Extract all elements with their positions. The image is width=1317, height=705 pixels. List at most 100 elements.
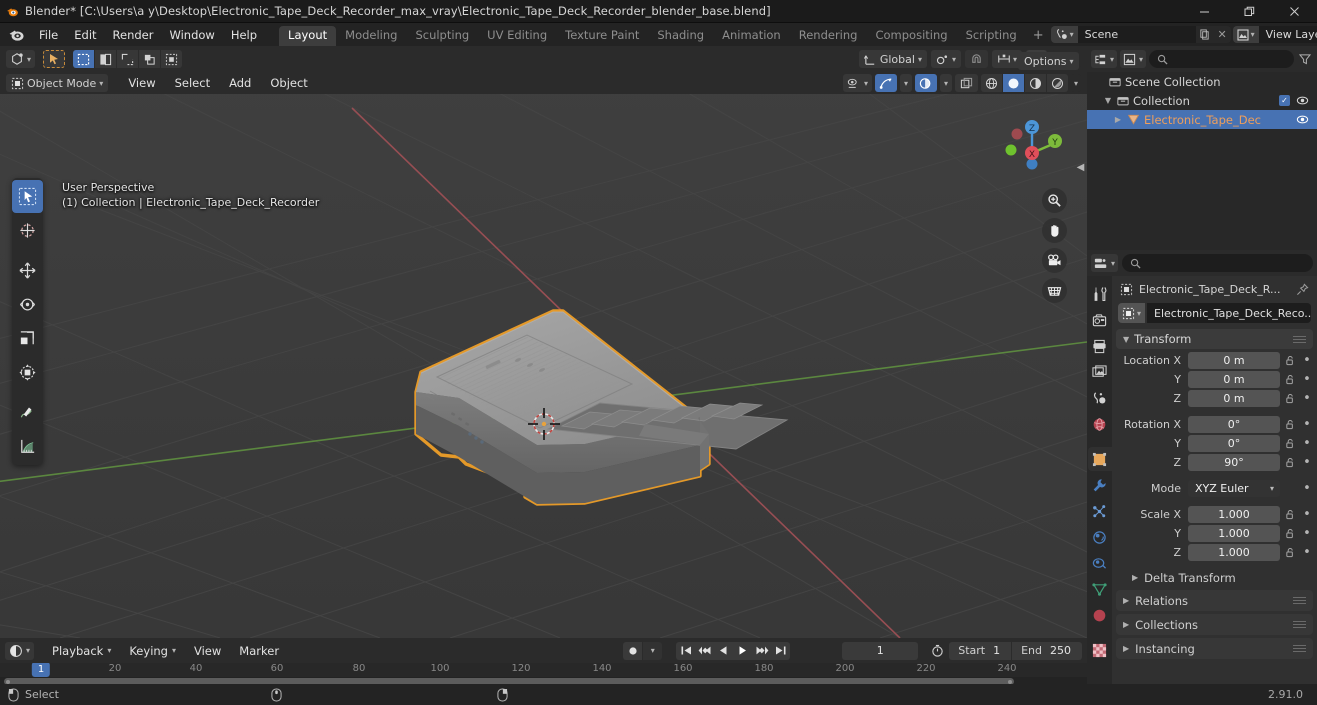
animate-property-dot[interactable]: • (1301, 455, 1313, 470)
gizmo-dropdown[interactable]: ▾ (899, 74, 912, 92)
output-tab-icon[interactable] (1088, 334, 1112, 358)
scale-x-field[interactable]: 1.000 (1188, 505, 1280, 523)
timeline-menu-keying[interactable]: Keying ▾ (121, 641, 184, 661)
eye-icon[interactable] (1296, 95, 1309, 106)
frame-range-fields[interactable]: Start 1 End 250 (949, 641, 1082, 660)
viewport-3d-canvas[interactable]: User Perspective (1) Collection | Electr… (0, 72, 1087, 638)
overlays-toggle[interactable] (914, 74, 937, 92)
view-layer-tab-icon[interactable] (1088, 360, 1112, 384)
tab-rendering[interactable]: Rendering (790, 26, 867, 47)
scene-name-field[interactable]: Scene (1077, 26, 1196, 43)
rotate-tool-icon[interactable] (12, 288, 43, 321)
tab-uv-editing[interactable]: UV Editing (478, 26, 556, 47)
minimize-button[interactable] (1182, 0, 1227, 23)
menu-file[interactable]: File (31, 25, 66, 45)
animate-property-dot[interactable]: • (1301, 526, 1313, 541)
collection-checkbox[interactable]: ✓ (1279, 95, 1290, 106)
view-layer-name-field[interactable]: View Layer (1258, 26, 1317, 43)
outliner-filter-icon[interactable] (1297, 53, 1313, 65)
scene-tab-icon[interactable] (1088, 386, 1112, 410)
outliner-display-mode-selector[interactable]: ▾ (1120, 50, 1147, 68)
lock-icon[interactable] (1284, 419, 1297, 430)
jump-to-start-icon[interactable] (676, 641, 696, 660)
menu-window[interactable]: Window (161, 25, 222, 45)
object-tab-icon[interactable] (1087, 447, 1112, 471)
annotate-tool-icon[interactable] (12, 396, 43, 429)
viewport-menu-add[interactable]: Add (221, 73, 259, 93)
select-intersect-icon[interactable] (139, 50, 161, 68)
xray-toggle[interactable] (954, 74, 978, 92)
play-reverse-icon[interactable] (714, 641, 734, 660)
current-frame-field[interactable]: 1 (842, 641, 919, 660)
use-preview-range-icon[interactable] (928, 644, 946, 657)
scene-selector[interactable]: ▾ Scene ✕ (1050, 26, 1231, 43)
tab-modeling[interactable]: Modeling (336, 26, 406, 47)
instancing-panel[interactable]: ▶ Instancing (1116, 638, 1313, 659)
animate-property-dot[interactable]: • (1301, 481, 1313, 496)
tab-sculpting[interactable]: Sculpting (406, 26, 478, 47)
add-workspace-button[interactable]: + (1026, 25, 1051, 46)
timeline-menu-marker[interactable]: Marker (231, 641, 287, 661)
outliner-editor-type-selector[interactable]: ▾ (1091, 50, 1118, 68)
outliner-row-collection[interactable]: ▼ Collection ✓ (1087, 91, 1317, 110)
lock-icon[interactable] (1284, 438, 1297, 449)
blender-menu-icon[interactable] (8, 26, 25, 43)
data-tab-icon[interactable] (1088, 577, 1112, 601)
toggle-orthographic-icon[interactable] (1042, 278, 1067, 303)
animate-property-dot[interactable]: • (1301, 507, 1313, 522)
disclosure-triangle-icon[interactable]: ▶ (1113, 115, 1123, 124)
timeline-menu-playback[interactable]: Playback ▾ (44, 641, 119, 661)
scale-tool-icon[interactable] (12, 322, 43, 355)
gizmo-toggle[interactable] (874, 74, 897, 92)
lock-icon[interactable] (1284, 374, 1297, 385)
overlays-dropdown[interactable]: ▾ (939, 74, 952, 92)
object-id-selector[interactable]: ▾ Electronic_Tape_Deck_Reco... (1118, 303, 1311, 323)
rotation-z-field[interactable]: 90° (1188, 453, 1280, 471)
sidebar-collapse-arrow-icon[interactable]: ◀ (1075, 154, 1086, 180)
particles-tab-icon[interactable] (1088, 499, 1112, 523)
start-frame-value[interactable]: 1 (991, 644, 1011, 657)
rotation-x-field[interactable]: 0° (1188, 415, 1280, 433)
modifier-tab-icon[interactable] (1088, 473, 1112, 497)
lock-icon[interactable] (1284, 355, 1297, 366)
prev-keyframe-icon[interactable] (695, 641, 715, 660)
animate-property-dot[interactable]: • (1301, 372, 1313, 387)
interaction-mode-selector[interactable]: Object Mode ▾ (6, 74, 109, 92)
visibility-selector[interactable]: ▾ (842, 74, 872, 92)
eye-icon[interactable] (1296, 114, 1309, 125)
transform-tool-icon[interactable] (12, 356, 43, 389)
transform-panel-header[interactable]: ▼ Transform (1116, 329, 1313, 349)
pan-navigate-icon[interactable] (1042, 218, 1067, 243)
delta-transform-subpanel[interactable]: ▶ Delta Transform (1112, 568, 1317, 587)
material-tab-icon[interactable] (1088, 603, 1112, 627)
animate-property-dot[interactable]: • (1301, 417, 1313, 432)
tab-layout[interactable]: Layout (279, 25, 337, 46)
zoom-navigate-icon[interactable] (1042, 188, 1067, 213)
animate-property-dot[interactable]: • (1301, 353, 1313, 368)
select-lasso-icon[interactable] (117, 50, 139, 68)
select-box-icon[interactable] (73, 50, 95, 68)
pin-icon[interactable] (1296, 282, 1309, 296)
view-layer-selector[interactable]: ▾ View Layer ✕ (1232, 26, 1317, 43)
tweak-select-tool-icon[interactable] (12, 180, 43, 213)
viewport-menu-view[interactable]: View (120, 73, 163, 93)
outliner-row-object[interactable]: ▶ Electronic_Tape_Dec (1087, 110, 1317, 129)
cursor-tool-icon[interactable] (12, 214, 43, 247)
scene-icon[interactable]: ▾ (1050, 26, 1078, 43)
move-tool-icon[interactable] (12, 254, 43, 287)
render-tab-icon[interactable] (1088, 308, 1112, 332)
disclosure-triangle-icon[interactable]: ▼ (1103, 96, 1113, 105)
properties-editor-type-selector[interactable]: ▾ (1091, 254, 1119, 272)
material-preview-shading-icon[interactable] (1024, 74, 1046, 92)
new-scene-button[interactable] (1196, 26, 1214, 43)
tool-tab-icon[interactable] (1088, 282, 1112, 306)
object-id-type-button[interactable]: ▾ (1118, 303, 1146, 323)
texture-tab-icon[interactable] (1088, 638, 1112, 662)
scale-z-field[interactable]: 1.000 (1188, 543, 1280, 561)
lock-icon[interactable] (1284, 547, 1297, 558)
tab-compositing[interactable]: Compositing (866, 26, 956, 47)
tab-animation[interactable]: Animation (713, 26, 790, 47)
measure-tool-icon[interactable] (12, 430, 43, 463)
animate-property-dot[interactable]: • (1301, 391, 1313, 406)
select-circle-icon[interactable] (95, 50, 117, 68)
